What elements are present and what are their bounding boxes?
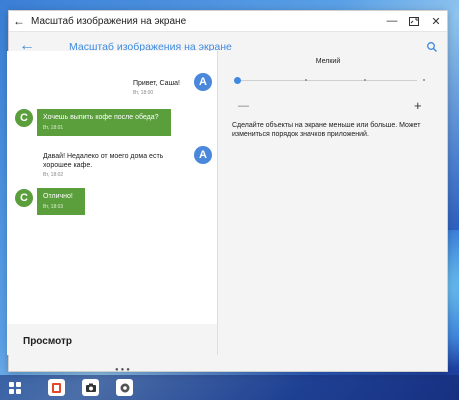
chat-message: Давай! Недалеко от моего дома есть хорош… [43, 152, 183, 180]
scale-value-label: Мелкий [315, 58, 341, 65]
scale-slider-handle[interactable] [234, 77, 241, 84]
preview-panel: Привет, Саша! Вт, 18:00 A C Хочешь выпит… [7, 51, 217, 355]
message-time: Вт, 18:03 [43, 204, 64, 210]
message-text: Привет, Саша! [133, 80, 180, 87]
message-time: Вт, 18:02 [43, 172, 64, 178]
scale-description: Сделайте объекты на экране меньше или бо… [232, 122, 421, 138]
decrease-scale-button[interactable]: — [238, 100, 249, 112]
chat-message: Отлично! Вт, 18:03 [37, 188, 85, 215]
minimize-icon[interactable]: — [381, 11, 403, 32]
titlebar-back-icon[interactable]: ← [9, 14, 29, 28]
avatar: C [15, 109, 33, 127]
restore-icon[interactable] [403, 11, 425, 32]
message-time: Вт, 18:00 [133, 90, 154, 96]
slider-tick [364, 79, 366, 81]
message-time: Вт, 18:01 [43, 125, 64, 131]
window-titlebar: ← Масштаб изображения на экране — ✕ [9, 11, 447, 32]
chat-message: Привет, Саша! Вт, 18:00 [133, 79, 180, 98]
message-text: Давай! Недалеко от моего дома есть хорош… [43, 153, 164, 169]
office-icon[interactable] [48, 379, 65, 396]
close-icon[interactable]: ✕ [425, 11, 447, 32]
message-text: Хочешь выпить кофе после обеда? [43, 114, 159, 121]
window-handle-dots[interactable]: ●●● [115, 367, 132, 373]
avatar: C [15, 189, 33, 207]
preview-label: Просмотр [23, 336, 72, 347]
chat-preview: Привет, Саша! Вт, 18:00 A C Хочешь выпит… [7, 51, 217, 324]
window-title: Масштаб изображения на экране [31, 15, 187, 27]
scale-slider[interactable] [237, 80, 417, 81]
slider-tick [423, 79, 425, 81]
chat-message: Хочешь выпить кофе после обеда? Вт, 18:0… [37, 109, 171, 136]
avatar: A [194, 73, 212, 91]
apps-icon[interactable] [6, 379, 23, 396]
settings-icon[interactable] [116, 379, 133, 396]
increase-scale-button[interactable]: + [414, 98, 422, 113]
message-text: Отлично! [43, 193, 73, 200]
camera-icon[interactable] [82, 379, 99, 396]
slider-tick [305, 79, 307, 81]
scale-settings-panel: Мелкий — + Сделайте объекты на экране ме… [218, 51, 438, 355]
avatar: A [194, 146, 212, 164]
taskbar [0, 375, 459, 400]
